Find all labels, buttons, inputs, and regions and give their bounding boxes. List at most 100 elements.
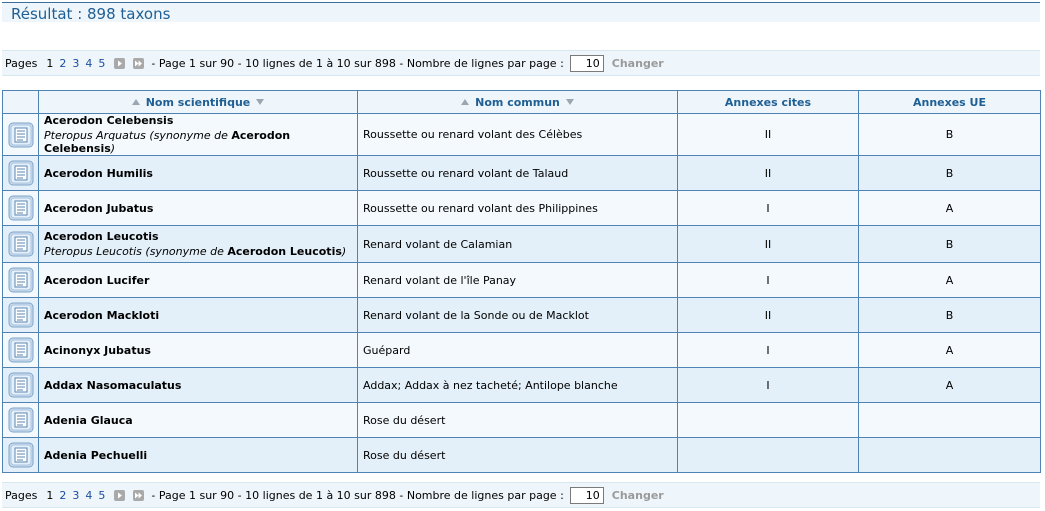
page-link-5[interactable]: 5 xyxy=(98,489,105,502)
cites-cell: I xyxy=(677,190,859,226)
sci-name[interactable]: Acerodon Humilis xyxy=(44,167,357,180)
page-link-4[interactable]: 4 xyxy=(85,489,92,502)
detail-sheet-icon[interactable] xyxy=(8,122,34,148)
sci-name[interactable]: Acerodon Lucifer xyxy=(44,274,357,287)
rows-per-page-input[interactable] xyxy=(569,486,604,504)
sci-name-cell: Acerodon Leucotis Pteropus Leucotis (syno… xyxy=(38,225,358,263)
page-link-1[interactable]: 1 xyxy=(46,489,53,502)
cites-cell: I xyxy=(677,262,859,298)
synonym-text: (synonyme de xyxy=(145,245,224,258)
sci-name[interactable]: Adenia Pechuelli xyxy=(44,449,357,462)
detail-cell xyxy=(2,367,39,403)
table-row: Acinonyx Jubatus Guépard I A xyxy=(2,332,1041,368)
detail-cell xyxy=(2,190,39,226)
detail-sheet-icon[interactable] xyxy=(8,442,34,468)
pages-label: Pages xyxy=(5,488,38,502)
sci-name[interactable]: Acerodon Jubatus xyxy=(44,202,357,215)
rows-per-page-input[interactable] xyxy=(569,54,604,72)
page-link-4[interactable]: 4 xyxy=(85,57,92,70)
next-page-icon[interactable] xyxy=(114,57,126,69)
change-button[interactable]: Changer xyxy=(612,57,664,70)
ue-cell: B xyxy=(858,225,1041,263)
page-link-3[interactable]: 3 xyxy=(72,57,79,70)
detail-sheet-icon[interactable] xyxy=(8,337,34,363)
sort-desc-icon[interactable] xyxy=(565,99,574,106)
synonym-text: (synonyme de xyxy=(149,129,228,142)
detail-sheet-icon[interactable] xyxy=(8,160,34,186)
common-name-cell: Addax; Addax à nez tacheté; Antilope bla… xyxy=(357,367,678,403)
sort-desc-icon[interactable] xyxy=(256,99,265,106)
last-page-icon[interactable] xyxy=(133,489,145,501)
ue-column-header: Annexes UE xyxy=(858,90,1041,114)
table-row: Acerodon Leucotis Pteropus Leucotis (syno… xyxy=(2,225,1041,263)
synonym-name: Pteropus Arquatus xyxy=(44,129,146,142)
ue-cell xyxy=(858,437,1041,473)
sci-name[interactable]: Acerodon Mackloti xyxy=(44,309,357,322)
sci-name[interactable]: Acerodon Celebensis xyxy=(44,114,357,127)
synonym-close: ) xyxy=(341,245,347,258)
cites-cell: I xyxy=(677,367,859,403)
ue-cell: B xyxy=(858,155,1041,191)
detail-sheet-icon[interactable] xyxy=(8,302,34,328)
common-name-cell: Renard volant de l'île Panay xyxy=(357,262,678,298)
ue-cell: A xyxy=(858,367,1041,403)
pager-info: - Page 1 sur 90 - 10 lignes de 1 à 10 su… xyxy=(151,56,564,70)
common-name-cell: Renard volant de la Sonde ou de Macklot xyxy=(357,297,678,333)
detail-sheet-icon[interactable] xyxy=(8,267,34,293)
detail-sheet-icon[interactable] xyxy=(8,195,34,221)
pager-info: - Page 1 sur 90 - 10 lignes de 1 à 10 su… xyxy=(151,488,564,502)
sci-name[interactable]: Adenia Glauca xyxy=(44,414,357,427)
sci-name[interactable]: Addax Nasomaculatus xyxy=(44,379,357,392)
page-link-3[interactable]: 3 xyxy=(72,489,79,502)
common-name-column-header: Nom commun xyxy=(357,90,678,114)
table-row: Addax Nasomaculatus Addax; Addax à nez ta… xyxy=(2,367,1041,403)
ue-cell xyxy=(858,402,1041,438)
last-page-icon[interactable] xyxy=(133,57,145,69)
sci-name-cell: Adenia Pechuelli xyxy=(38,437,358,473)
table-row: Acerodon Humilis Roussette ou renard vola… xyxy=(2,155,1041,191)
sort-asc-icon[interactable] xyxy=(461,99,470,106)
synonym-ref[interactable]: Acerodon Leucotis xyxy=(227,245,342,258)
common-name-cell: Roussette ou renard volant de Talaud xyxy=(357,155,678,191)
detail-cell xyxy=(2,332,39,368)
sci-name-header-link[interactable]: Nom scientifique xyxy=(146,96,251,109)
detail-sheet-icon[interactable] xyxy=(8,231,34,257)
sci-name-cell: Addax Nasomaculatus xyxy=(38,367,358,403)
next-page-icon[interactable] xyxy=(114,489,126,501)
page-link-5[interactable]: 5 xyxy=(98,57,105,70)
sort-asc-icon[interactable] xyxy=(131,99,140,106)
cites-cell: II xyxy=(677,297,859,333)
synonym-name: Pteropus Leucotis xyxy=(44,245,142,258)
cites-cell: I xyxy=(677,332,859,368)
page-link-2[interactable]: 2 xyxy=(59,57,66,70)
cites-cell: II xyxy=(677,113,859,156)
result-header: Résultat : 898 taxons xyxy=(2,2,1040,23)
detail-cell xyxy=(2,297,39,333)
table-row: Acerodon Jubatus Roussette ou renard vola… xyxy=(2,190,1041,226)
detail-sheet-icon[interactable] xyxy=(8,372,34,398)
detail-cell xyxy=(2,113,39,156)
pager-bottom: Pages 1 2 3 4 5 - Page 1 sur 90 - 10 lig… xyxy=(2,482,1040,508)
page-link-1[interactable]: 1 xyxy=(46,57,53,70)
common-name-cell: Renard volant de Calamian xyxy=(357,225,678,263)
result-title: Résultat : 898 taxons xyxy=(11,5,171,23)
cites-cell: II xyxy=(677,155,859,191)
table-row: Adenia Glauca Rose du désert xyxy=(2,402,1041,438)
detail-sheet-icon[interactable] xyxy=(8,407,34,433)
detail-cell xyxy=(2,437,39,473)
table-row: Acerodon Celebensis Pteropus Arquatus (sy… xyxy=(2,113,1041,156)
common-name-header-link[interactable]: Nom commun xyxy=(475,96,560,109)
change-button[interactable]: Changer xyxy=(612,489,664,502)
page-link-2[interactable]: 2 xyxy=(59,489,66,502)
detail-cell xyxy=(2,402,39,438)
common-name-cell: Rose du désert xyxy=(357,437,678,473)
table-row: Acerodon Mackloti Renard volant de la Son… xyxy=(2,297,1041,333)
common-name-cell: Roussette ou renard volant des Philippin… xyxy=(357,190,678,226)
common-name-cell: Guépard xyxy=(357,332,678,368)
synonym-close: ) xyxy=(110,142,116,155)
pager-top: Pages 1 2 3 4 5 - Page 1 sur 90 - 10 lig… xyxy=(2,50,1040,76)
sci-name[interactable]: Acerodon Leucotis xyxy=(44,230,357,243)
ue-cell: A xyxy=(858,332,1041,368)
sci-name[interactable]: Acinonyx Jubatus xyxy=(44,344,357,357)
taxon-table: Nom scientifique Nom commun Annexes cite… xyxy=(2,90,1041,473)
